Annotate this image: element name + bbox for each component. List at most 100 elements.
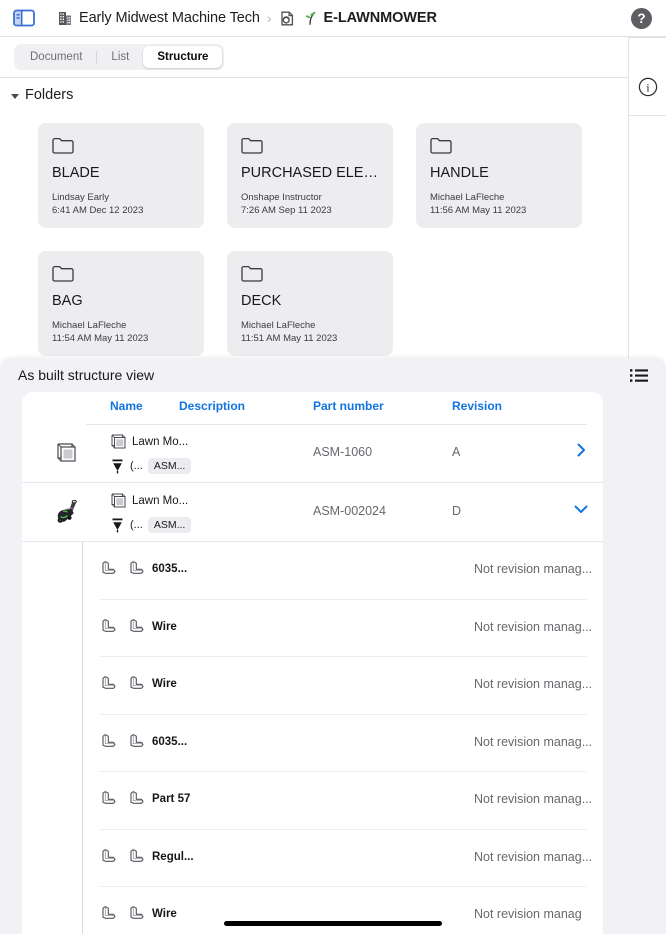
part-bracket-glyph — [102, 733, 116, 747]
column-header-name[interactable]: Name — [110, 399, 143, 413]
row-revision: A — [452, 445, 461, 459]
view-segmented-control[interactable]: Document List Structure — [14, 44, 225, 70]
row-part-number: ASM-1060 — [313, 445, 373, 459]
folder-author: Michael LaFleche — [241, 320, 316, 331]
folder-card-bag[interactable]: BAG Michael LaFleche 11:54 AM May 11 202… — [38, 251, 204, 356]
breadcrumb-company[interactable]: Early Midwest Machine Tech — [57, 10, 260, 26]
breadcrumb: Early Midwest Machine Tech › E-LAWNMOWER — [57, 0, 437, 36]
part-bracket-glyph — [130, 791, 144, 804]
table-header-row: Name Description Part number Revision — [22, 392, 603, 425]
row-name-label: Wire — [152, 908, 177, 920]
tab-structure[interactable]: Structure — [143, 46, 223, 68]
sidebar-toggle-glyph — [13, 9, 35, 27]
tab-list[interactable]: List — [97, 46, 143, 68]
tree-connector — [82, 714, 83, 772]
folder-timestamp: 11:54 AM May 11 2023 — [52, 333, 149, 344]
folder-timestamp: 11:56 AM May 11 2023 — [430, 205, 527, 216]
folder-icon — [52, 137, 74, 154]
rail-divider-bottom — [629, 115, 666, 116]
row-name-label: 6035... — [152, 563, 188, 575]
folders-content: Folders BLADE Lindsay Early 6:41 AM Dec … — [0, 78, 628, 360]
table-row[interactable]: Regul... Not revision manag... — [22, 829, 603, 887]
home-indicator[interactable] — [224, 921, 442, 926]
folder-card-blade[interactable]: BLADE Lindsay Early 6:41 AM Dec 12 2023 — [38, 123, 204, 228]
revision-flag-icon — [112, 459, 123, 473]
sheet-title: As built structure view — [18, 367, 155, 383]
chevron-down-icon[interactable] — [573, 501, 589, 517]
assembly-cube-icon — [111, 493, 126, 508]
part-bracket-icon — [100, 675, 117, 692]
folders-section-header[interactable]: Folders — [11, 87, 628, 103]
part-bracket-glyph — [102, 791, 116, 804]
part-bracket-glyph — [130, 906, 144, 919]
chevron-right-icon[interactable] — [573, 442, 589, 458]
tab-document[interactable]: Document — [16, 46, 96, 68]
bulleted-list-icon[interactable] — [630, 368, 648, 383]
part-bracket-glyph — [130, 618, 144, 632]
tab-structure-label: Structure — [157, 51, 209, 63]
part-bracket-glyph — [130, 561, 144, 574]
app-root: Early Midwest Machine Tech › E-LAWNMOWER — [0, 0, 666, 934]
folder-card-purchased-electrical[interactable]: PURCHASED ELEC... Onshape Instructor 7:2… — [227, 123, 393, 228]
help-circle-icon[interactable]: ? — [631, 8, 652, 29]
row-name-block: Lawn Mo... (... ASM... — [110, 491, 220, 535]
column-header-revision[interactable]: Revision — [452, 399, 502, 413]
folder-author: Michael LaFleche — [52, 320, 127, 331]
row-part-number: ASM-002024 — [313, 504, 386, 518]
row-revision: Not revision manag... — [474, 677, 593, 691]
row-chip[interactable]: ASM... — [147, 458, 192, 474]
folder-name: HANDLE — [430, 165, 489, 181]
breadcrumb-company-label: Early Midwest Machine Tech — [79, 10, 260, 26]
folder-meta: Michael LaFleche 11:54 AM May 11 2023 — [52, 319, 190, 345]
help-glyph: ? — [631, 8, 652, 29]
row-revision: Not revision manag... — [474, 849, 593, 864]
row-name-label: Lawn Mo... — [132, 435, 189, 448]
tree-connector — [82, 887, 83, 934]
part-bracket-icon — [100, 790, 117, 807]
breadcrumb-separator: › — [266, 10, 272, 26]
part-bracket-glyph — [130, 848, 144, 862]
tree-connector — [82, 657, 83, 715]
info-circle-icon[interactable]: i — [638, 77, 658, 97]
table-row[interactable]: Wire Not revision manag... — [22, 657, 603, 715]
part-bracket-icon — [100, 905, 117, 922]
row-subname-label: (... — [130, 460, 143, 472]
part-bracket-icon — [128, 560, 145, 577]
row-name-label: 6035... — [152, 735, 188, 748]
folder-author: Lindsay Early — [52, 192, 110, 203]
folder-name: BLADE — [52, 165, 100, 181]
table-row[interactable]: Wire Not revision manag... — [22, 599, 603, 657]
row-revision: Not revision manag... — [474, 792, 593, 806]
folder-timestamp: 7:26 AM Sep 11 2023 — [241, 205, 332, 216]
row-subname-line: (... ASM... — [110, 515, 220, 535]
assembly-cube-icon — [111, 434, 126, 449]
column-header-description[interactable]: Description — [179, 399, 245, 413]
table-row[interactable]: Lawn Mo... (... ASM... ASM-002024 D — [22, 483, 603, 542]
folder-name: PURCHASED ELEC... — [241, 165, 379, 181]
row-name-line: Lawn Mo... — [110, 491, 220, 510]
sidebar-toggle-icon[interactable] — [13, 9, 35, 27]
row-chip[interactable]: ASM... — [147, 517, 192, 533]
folders-section-title: Folders — [25, 87, 74, 103]
folder-timestamp: 11:51 AM May 11 2023 — [241, 333, 338, 344]
table-row[interactable]: 6035... Not revision manag... — [22, 542, 603, 600]
help-label: ? — [637, 11, 645, 26]
folder-icon — [52, 265, 74, 282]
folder-card-handle[interactable]: HANDLE Michael LaFleche 11:56 AM May 11 … — [416, 123, 582, 228]
folder-card-deck[interactable]: DECK Michael LaFleche 11:51 AM May 11 20… — [227, 251, 393, 356]
part-bracket-icon — [128, 618, 145, 635]
row-revision: Not revision manag... — [474, 734, 593, 749]
folder-author: Michael LaFleche — [430, 192, 505, 203]
table-row[interactable]: Part 57 Not revision manag... — [22, 772, 603, 830]
table-row[interactable]: Wire Not revision manag — [22, 887, 603, 934]
breadcrumb-document[interactable]: E-LAWNMOWER — [279, 10, 437, 27]
folder-meta: Michael LaFleche 11:56 AM May 11 2023 — [430, 191, 568, 217]
folder-icon — [241, 137, 263, 154]
bulleted-list-glyph — [630, 368, 648, 382]
row-name-label: Wire — [152, 620, 177, 633]
table-row[interactable]: Lawn Mo... (... ASM... ASM-1060 A — [22, 424, 603, 483]
table-row[interactable]: 6035... Not revision manag... — [22, 714, 603, 772]
tab-list-label: List — [111, 51, 130, 63]
revision-flag-icon — [112, 518, 123, 532]
column-header-part-number[interactable]: Part number — [313, 399, 384, 413]
